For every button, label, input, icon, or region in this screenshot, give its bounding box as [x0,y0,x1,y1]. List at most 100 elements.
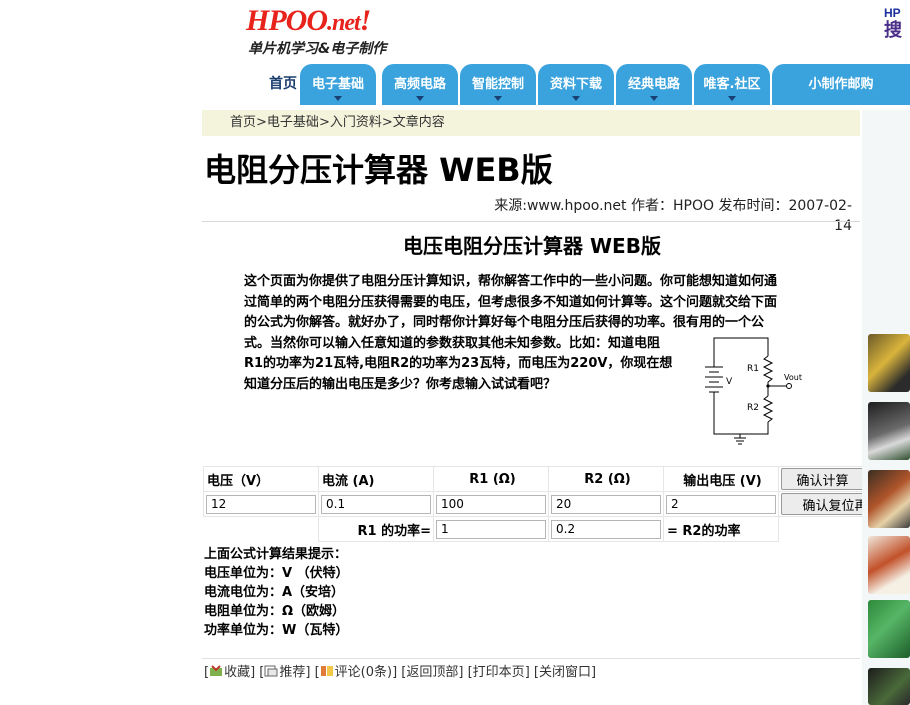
product-thumbnail[interactable] [868,536,910,594]
empty-cell [204,517,319,542]
close-window-link[interactable]: 关闭窗口 [539,665,591,680]
nav-tab-label: 电子基础 [311,77,364,92]
r1-power-input[interactable] [436,519,546,539]
nav-tab-community[interactable]: 唯客.社区 [694,64,770,105]
units-line: 电压单位为：V （伏特） [204,566,349,581]
logo-main: HPOO [246,4,328,37]
breadcrumb-level1[interactable]: 电子基础 [267,115,319,130]
nav-tab-label: 小制作邮购 [808,77,874,92]
header-voltage: 电压（V） [203,466,319,492]
collect-icon [210,665,223,676]
nav-tab-label: 经典电路 [627,77,680,92]
back-to-top-link[interactable]: 返回顶部 [406,665,458,680]
intro-line: 过简单的两个电阻分压获得需要的电压，但考虑很多不知道如何计算等。这个问题就交给下… [244,294,778,310]
nav-tick-icon [572,96,580,101]
voltage-divider-diagram: V R1 R2 Vout [705,337,802,445]
header-r1: R1 (Ω) [433,466,549,492]
r1-power-label: R1 的功率= [318,516,434,542]
r1-power-cell [433,516,549,542]
resistor-r2-symbol [762,395,774,423]
breadcrumb-sep: > [256,115,267,130]
vout-cell [663,491,779,517]
voltage-cell [203,491,319,517]
article-footer-links: [收藏] [推荐] [评论(0条)] [返回顶部] [打印本页] [关闭窗口] [204,665,597,680]
intro-line: 这个页面为你提供了电阻分压计算知识，帮你解答工作中的一些小问题。你可能想知道如何… [244,274,778,289]
comment-icon [320,666,333,676]
site-slogan: 单片机学习&电子制作 [248,41,387,57]
corner-hp-text: HP [884,6,901,20]
r1-cell [433,491,549,517]
nav-tab-label: 高频电路 [393,77,446,92]
page-title: 电阻分压计算器 WEB版 [204,151,553,189]
voltage-input[interactable] [206,494,316,514]
logo-net: .net [327,10,361,36]
units-line: 功率单位为：W（瓦特） [204,623,349,638]
divider [202,221,860,222]
product-thumbnail[interactable] [868,470,910,528]
r2-power-cell [548,516,664,542]
wire-top [713,337,769,362]
r2-input[interactable] [551,494,661,514]
units-line: 电阻单位为：Ω（欧姆） [204,604,346,619]
intro-line: 的公式为你解答。就好办了，同时帮你计算好每个电阻分压后获得的功率。很有用的一个公 [244,315,765,330]
junction-dot [766,384,770,388]
label-vout: Vout [784,373,802,382]
nav-tab-downloads[interactable]: 资料下载 [538,64,614,105]
calc-power-row: R1 的功率= = R2的功率 [204,516,906,542]
resistor-r1-symbol [762,355,774,383]
r2-cell [548,491,664,517]
header-current: 电流 (A) [318,466,434,492]
vout-terminal [786,383,792,389]
site-logo[interactable]: HPOO.net! [246,4,372,40]
recommend-icon [264,665,278,677]
compute-button[interactable]: 确认计算 [781,468,864,490]
units-heading: 上面公式计算结果提示： [204,547,348,562]
r2-power-input[interactable] [551,519,661,539]
breadcrumb-sep: > [318,115,330,130]
corner-search-logo[interactable]: HP 搜 [884,6,910,52]
breadcrumb-home[interactable]: 首页 [230,115,256,130]
nav-tab-label: 唯客.社区 [703,77,761,92]
breadcrumb-sep: > [381,115,393,130]
nav-tab-mail-order[interactable]: 小制作邮购 [772,64,910,105]
label-r1: R1 [747,364,759,374]
article-meta: 来源:www.hpoo.net 作者：HPOO 发布时间：2007-02-14 [494,198,852,234]
corner-search-text: 搜 [884,20,902,41]
comment-link[interactable]: 评论(0条) [335,665,392,680]
units-info: 上面公式计算结果提示： 电压单位为：V （伏特） 电流电位为：A（安培） 电阻单… [204,545,349,640]
wire-bottom [713,396,769,435]
calc-input-row: 确认复位再来 [203,491,906,517]
logo-excl: ! [359,4,372,37]
divider [202,658,860,659]
main-nav: 首页 电子基础 高频电路 智能控制 资料下载 经典电路 唯客.社区 小制作邮购 [266,64,910,105]
print-link[interactable]: 打印本页 [473,665,525,680]
nav-tab-electronics-basics[interactable]: 电子基础 [300,64,376,105]
nav-tab-smart-control[interactable]: 智能控制 [460,64,536,105]
nav-tick-icon [416,96,424,101]
breadcrumb-level2[interactable]: 入门资料 [330,115,382,130]
nav-tick-icon [334,96,342,101]
product-thumbnail[interactable] [868,668,910,705]
label-r2: R2 [747,403,759,413]
units-line: 电流电位为：A（安培） [204,585,345,600]
nav-tick-icon [728,96,736,101]
collect-link[interactable]: 收藏 [224,665,250,680]
divider-calculator: 电压（V） 电流 (A) R1 (Ω) R2 (Ω) 输出电压 (V) 确认计算… [203,466,906,542]
nav-tick-icon [494,96,502,101]
current-input[interactable] [321,494,431,514]
nav-tab-classic-circuits[interactable]: 经典电路 [616,64,692,105]
calc-header-row: 电压（V） 电流 (A) R1 (Ω) R2 (Ω) 输出电压 (V) 确认计算 [203,466,906,492]
nav-tick-icon [650,96,658,101]
article-subtitle: 电压电阻分压计算器 WEB版 [403,234,661,258]
nav-tab-label: 智能控制 [471,77,524,92]
product-thumbnail[interactable] [868,402,910,460]
breadcrumb-current: 文章内容 [392,115,445,130]
vout-input[interactable] [666,494,776,514]
current-cell [318,491,434,517]
nav-home[interactable]: 首页 [266,64,300,105]
recommend-link[interactable]: 推荐 [279,665,305,680]
product-thumbnail[interactable] [868,600,910,658]
product-thumbnail[interactable] [868,334,910,392]
nav-tab-rf-circuits[interactable]: 高频电路 [382,64,458,105]
r1-input[interactable] [436,494,546,514]
